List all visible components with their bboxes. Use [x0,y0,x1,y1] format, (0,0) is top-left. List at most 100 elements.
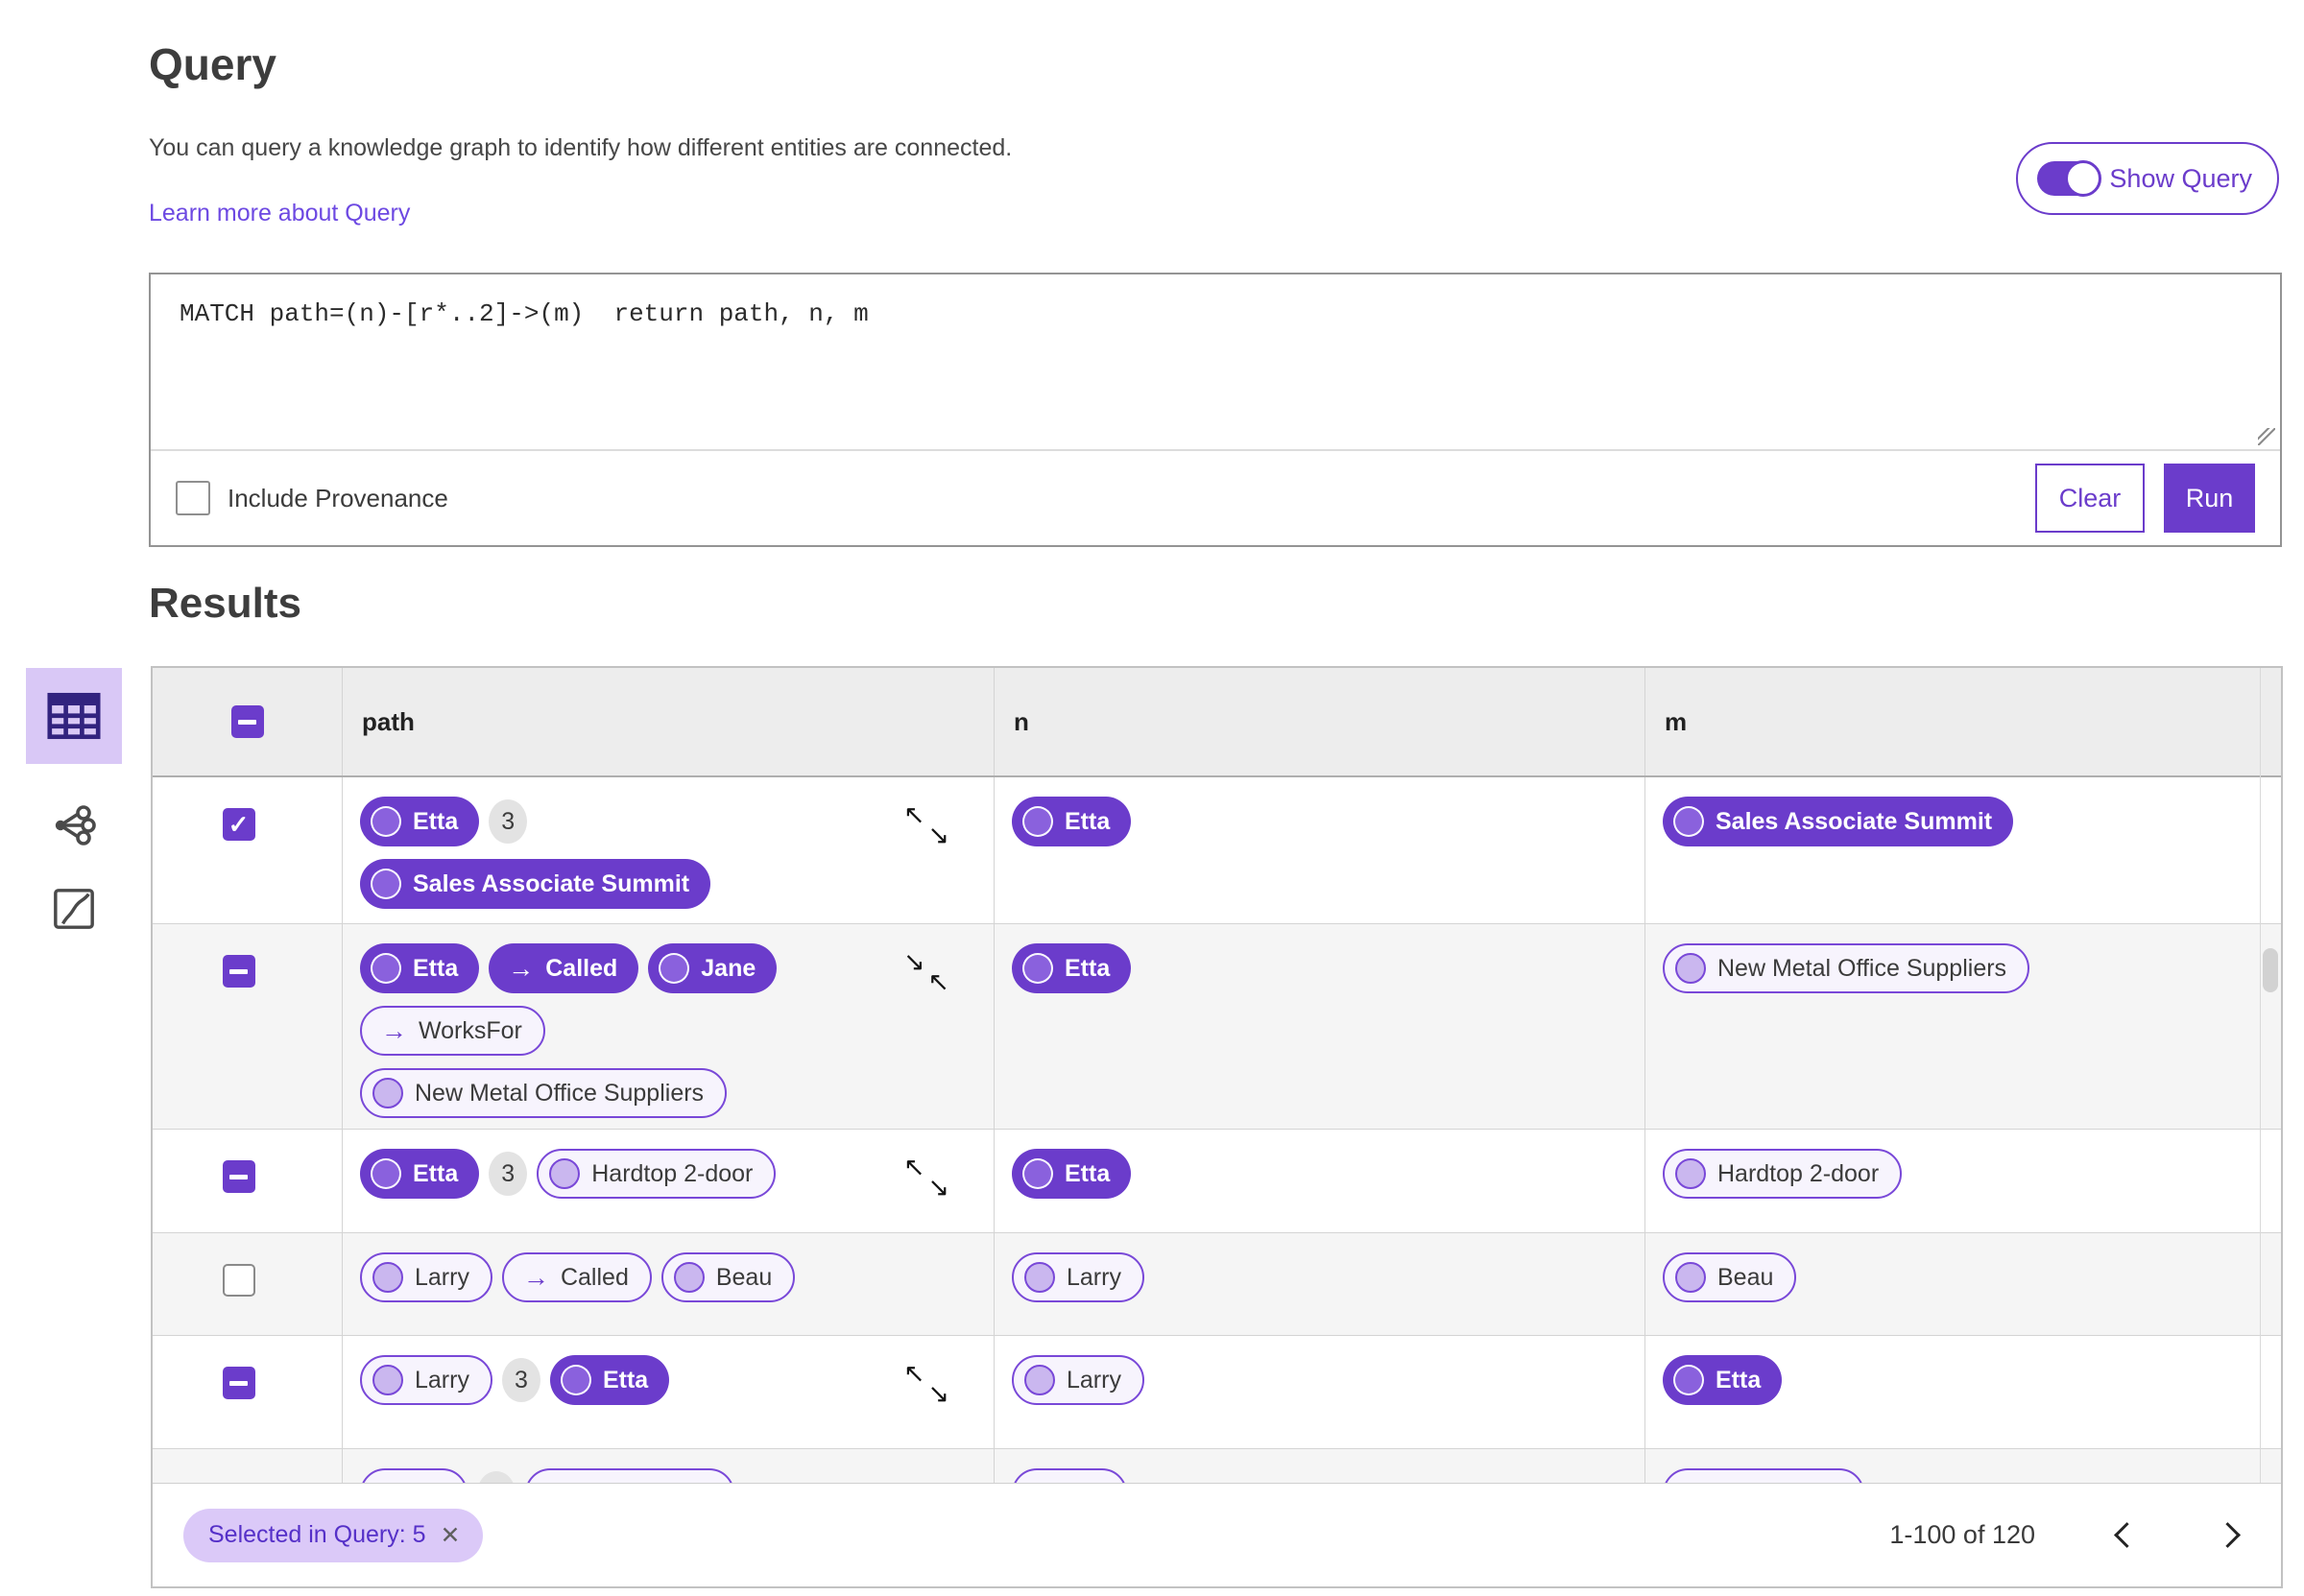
node-chip[interactable]: Etta [549,1355,670,1405]
row-checkbox[interactable] [222,808,255,841]
expand-icon[interactable]: ↖ ↘ [903,1361,949,1407]
clear-button[interactable]: Clear [2035,464,2145,533]
row-checkbox[interactable] [222,1367,255,1399]
count-badge[interactable]: 3 [489,799,528,844]
chart-view-icon [54,889,94,929]
include-provenance-label: Include Provenance [228,483,448,512]
n-cell [994,1449,1644,1486]
query-page: Query You can query a knowledge graph to… [0,0,2304,1596]
node-chip[interactable]: Larry [1012,1252,1144,1302]
node-chip[interactable]: New Metal Office Suppliers [1663,943,2030,993]
run-button[interactable]: Run [2164,464,2255,533]
edge-chip[interactable]: → Called [501,1252,652,1302]
include-provenance-checkbox[interactable] [176,481,210,515]
next-page-button[interactable] [2215,1522,2241,1548]
results-table-body: Etta3Sales Associate Summit↖↘EttaSales A… [153,777,2281,1486]
edge-arrow-icon: → [522,1262,549,1292]
node-chip[interactable]: Etta [1012,797,1132,846]
node-chip[interactable]: Hardtop 2-door [537,1149,777,1199]
edge-arrow-icon: → [508,953,535,983]
path-cell: Etta 3 Hardtop 2-door ↖ ↘ [342,1130,994,1232]
table-row: Etta 3 Hardtop 2-door ↖ ↘ Etta Hardtop 2-door [153,1130,2281,1233]
node-chip[interactable]: Beau [1663,1252,1797,1302]
graph-view-icon [55,805,96,846]
scrollbar-thumb[interactable] [2263,948,2278,992]
node-chip[interactable]: Larry [360,1355,492,1405]
table-view-button[interactable] [26,668,122,764]
node-chip-label: Hardtop 2-door [591,1159,754,1187]
checkbox-cell [153,777,342,928]
results-title: Results [149,580,301,627]
node-chip[interactable]: Larry [1012,1355,1144,1405]
chip-line: Beau [1663,1252,2264,1302]
chip-line: Larry 3 Etta [360,1355,976,1405]
expand-icon[interactable]: ↖ ↘ [903,802,949,848]
node-circle-icon [1675,1262,1706,1293]
node-chip[interactable]: Etta [360,1149,480,1199]
chip-line: Etta [1012,1149,1627,1199]
count-badge[interactable]: 3 [489,1152,528,1196]
graph-view-button[interactable] [51,802,97,848]
edge-chip[interactable]: → WorksFor [360,1006,545,1056]
expand-icon[interactable]: ↖ ↘ [903,1155,949,1201]
node-chip[interactable]: New Metal Office Suppliers [360,1068,728,1118]
table-scrollbar [2260,668,2281,1485]
learn-more-link[interactable]: Learn more about Query [149,200,410,227]
row-checkbox[interactable] [222,1160,255,1193]
toggle-knob-icon[interactable] [2065,160,2102,197]
edge-chip-label: Called [545,954,618,982]
node-circle-icon [560,1365,591,1395]
node-chip[interactable]: Jane [648,943,778,993]
results-panel: path n m Etta3Sales Associate Summit↖↘Et… [151,666,2283,1588]
query-editor-box: MATCH path=(n)-[r*..2]->(m) return path,… [149,273,2282,547]
resize-grip-icon[interactable] [2258,428,2275,445]
node-chip-label: Sales Associate Summit [413,869,690,897]
path-cell: Larry → Called Beau [342,1233,994,1335]
node-circle-icon [659,953,690,984]
node-circle-icon [1673,806,1704,837]
chip-line: Etta → Called Jane [360,943,976,993]
node-chip[interactable]: Etta [360,943,480,993]
toggle-track-icon[interactable] [2037,160,2102,197]
node-circle-icon [371,953,401,984]
header-checkbox[interactable] [230,705,264,738]
chip-line: → WorksFor [360,1006,976,1056]
node-chip[interactable]: Larry [360,1252,492,1302]
edge-chip[interactable]: → Called [489,943,639,993]
node-chip-label: Etta [1716,1366,1762,1394]
show-query-toggle[interactable]: Show Query [2016,142,2279,215]
collapse-icon[interactable]: ↘ ↖ [903,949,949,995]
node-circle-icon [371,1158,401,1189]
selected-in-query-chip[interactable]: Selected in Query: 5 ✕ [183,1508,484,1562]
close-icon[interactable]: ✕ [441,1521,461,1550]
node-chip[interactable]: Etta [1012,1149,1132,1199]
node-chip[interactable]: Hardtop 2-door [1663,1149,1903,1199]
chart-view-button[interactable] [52,887,96,931]
query-editor[interactable]: MATCH path=(n)-[r*..2]->(m) return path,… [151,274,2280,449]
arrow-glyph: ↘ [927,821,949,849]
node-chip[interactable]: Etta [1663,1355,1783,1405]
table-view-icon [47,692,101,740]
node-chip[interactable]: Sales Associate Summit [360,859,711,909]
previous-page-button[interactable] [2114,1522,2140,1548]
node-chip[interactable]: Sales Associate Summit [1663,797,2014,846]
show-query-label: Show Query [2109,163,2252,193]
page-info: 1-100 of 120 [1889,1520,2035,1549]
node-circle-icon [1675,953,1706,984]
query-editor-footer: Include Provenance Clear Run [151,449,2280,545]
node-chip[interactable]: Etta [1012,943,1132,993]
checkbox-cell [153,924,342,1137]
results-footer: Selected in Query: 5 ✕ 1-100 of 120 [153,1483,2281,1586]
row-checkbox[interactable] [222,1264,255,1297]
node-circle-icon [1022,806,1053,837]
node-chip-label: Etta [413,1159,459,1187]
node-chip[interactable]: Etta [360,797,480,846]
path-cell: Larry 3 Etta ↖ ↘ [342,1336,994,1448]
table-row: Larry 3 Etta ↖ ↘ Larry Etta [153,1336,2281,1449]
node-chip[interactable]: Beau [660,1252,796,1302]
node-circle-icon [372,1078,403,1108]
m-cell [1644,1449,2281,1486]
row-checkbox[interactable] [222,955,255,988]
table-row: Larry → Called Beau Larry Beau [153,1233,2281,1336]
count-badge[interactable]: 3 [501,1358,540,1402]
